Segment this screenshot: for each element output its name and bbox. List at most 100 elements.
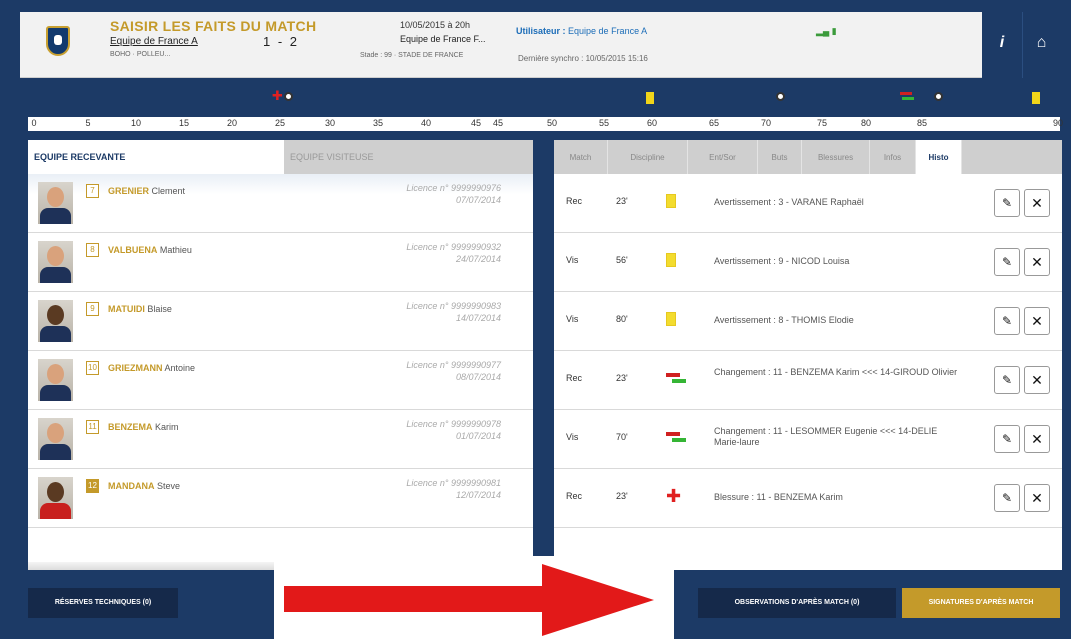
- delete-event-button[interactable]: ✕: [1024, 248, 1050, 276]
- player-shirt: [40, 326, 71, 342]
- goal-marker-icon: [776, 92, 785, 101]
- goal-marker-icon: [284, 92, 293, 101]
- timeline-tick-label: 5: [85, 118, 91, 128]
- match-date: 10/05/2015 à 20h: [400, 20, 471, 30]
- edit-event-button[interactable]: ✎: [994, 366, 1020, 394]
- player-row[interactable]: 10 GRIEZMANN Antoine Licence n° 9999990977…: [28, 351, 533, 410]
- event-row: Rec 23' ✚ Blessure : 11 - BENZEMA Karim ✎ ✕: [554, 469, 1062, 528]
- player-photo: [38, 241, 73, 283]
- player-name: BENZEMA Karim: [108, 422, 179, 432]
- event-team: Vis: [566, 432, 579, 442]
- home-button[interactable]: ⌂: [1022, 12, 1060, 78]
- player-shirt: [40, 267, 71, 283]
- tab-blessures[interactable]: Blessures: [802, 140, 870, 174]
- license-number: Licence n° 9999990983: [406, 301, 501, 311]
- event-row: Rec 23' Changement : 11 - BENZEMA Karim <<…: [554, 351, 1062, 410]
- license-number: Licence n° 9999990977: [406, 360, 501, 370]
- player-name: GRENIER Clement: [108, 186, 185, 196]
- timeline-tick-label: 15: [178, 118, 190, 128]
- player-first-name: Clement: [151, 186, 186, 196]
- player-license: Licence n° 9999990981 12/07/2014: [406, 477, 501, 501]
- player-face: [47, 187, 64, 207]
- edit-event-button[interactable]: ✎: [994, 189, 1020, 217]
- post-match-observations-button[interactable]: OBSERVATIONS D'APRÈS MATCH (0): [698, 588, 896, 618]
- event-description: Avertissement : 8 - THOMIS Elodie: [714, 315, 854, 325]
- tab-histo[interactable]: Histo: [916, 140, 962, 174]
- delete-event-button[interactable]: ✕: [1024, 425, 1050, 453]
- delete-event-button[interactable]: ✕: [1024, 307, 1050, 335]
- player-row[interactable]: 8 VALBUENA Mathieu Licence n° 9999990932 24…: [28, 233, 533, 292]
- event-tabs: Match Discipline Ent/Sor Buts Blessures Infos…: [554, 140, 1062, 174]
- edit-event-button[interactable]: ✎: [994, 307, 1020, 335]
- injury-cross-icon: ✚: [666, 486, 682, 506]
- substitution-marker-icon: [900, 92, 914, 100]
- yellow-card-marker-icon: [646, 92, 654, 104]
- license-number: Licence n° 9999990981: [406, 478, 501, 488]
- tab-buts[interactable]: Buts: [758, 140, 802, 174]
- edit-event-button[interactable]: ✎: [994, 248, 1020, 276]
- event-minute: 56': [616, 255, 628, 265]
- user-info: Utilisateur : Equipe de France A: [516, 26, 647, 36]
- player-shirt: [40, 208, 71, 224]
- timeline-tick-label: 10: [130, 118, 142, 128]
- injury-marker-icon: ✚: [272, 88, 283, 103]
- event-row: Rec 23' Avertissement : 3 - VARANE Raphaël…: [554, 174, 1062, 233]
- yellow-card-icon: [666, 194, 676, 208]
- event-team: Rec: [566, 373, 583, 383]
- player-license: Licence n° 9999990978 01/07/2014: [406, 418, 501, 442]
- technical-reserves-button[interactable]: RÉSERVES TECHNIQUES (0): [28, 588, 178, 618]
- timeline-tick-label: 45: [492, 118, 504, 128]
- match-timeline: ✚: [20, 86, 1060, 116]
- info-button[interactable]: i: [982, 12, 1022, 78]
- player-row[interactable]: 7 GRENIER Clement Licence n° 9999990976 07/…: [28, 174, 533, 233]
- delete-event-button[interactable]: ✕: [1024, 189, 1050, 217]
- delete-event-button[interactable]: ✕: [1024, 484, 1050, 512]
- player-first-name: Antoine: [164, 363, 196, 373]
- player-number: 9: [86, 302, 99, 316]
- tab-entsor[interactable]: Ent/Sor: [688, 140, 758, 174]
- delete-event-button[interactable]: ✕: [1024, 366, 1050, 394]
- player-license: Licence n° 9999990983 14/07/2014: [406, 300, 501, 324]
- player-license: Licence n° 9999990976 07/07/2014: [406, 182, 501, 206]
- score: 1 - 2: [263, 34, 300, 49]
- event-row: Vis 80' Avertissement : 8 - THOMIS Elodie ✎…: [554, 292, 1062, 351]
- match-header: SAISIR LES FAITS DU MATCH Equipe de Fran…: [20, 12, 1060, 78]
- history-panel: Match Discipline Ent/Sor Buts Blessures Infos…: [554, 140, 1062, 570]
- license-date: 24/07/2014: [455, 254, 501, 264]
- edit-event-button[interactable]: ✎: [994, 484, 1020, 512]
- edit-event-button[interactable]: ✎: [994, 425, 1020, 453]
- player-row[interactable]: 11 BENZEMA Karim Licence n° 9999990978 01/0…: [28, 410, 533, 469]
- license-date: 08/07/2014: [455, 372, 501, 382]
- timeline-tick-label: 85: [916, 118, 928, 128]
- event-minute: 70': [616, 432, 628, 442]
- event-team: Rec: [566, 196, 583, 206]
- player-face: [47, 482, 64, 502]
- arrow-head-icon: [542, 564, 654, 636]
- tab-infos[interactable]: Infos: [870, 140, 916, 174]
- players-line: BOHO · POLLEU...: [110, 51, 171, 58]
- tab-match[interactable]: Match: [554, 140, 608, 174]
- player-name: GRIEZMANN Antoine: [108, 363, 195, 373]
- event-team: Vis: [566, 314, 579, 324]
- tab-away-team[interactable]: EQUIPE VISITEUSE: [284, 140, 533, 174]
- timeline-tick-label: 70: [760, 118, 772, 128]
- tab-discipline[interactable]: Discipline: [608, 140, 688, 174]
- timeline-tick-label: 75: [816, 118, 828, 128]
- player-photo: [38, 418, 73, 460]
- page-title: SAISIR LES FAITS DU MATCH: [110, 18, 317, 34]
- substitution-icon: [666, 371, 686, 385]
- signal-battery-icon: ▂▄ ▮: [816, 26, 837, 36]
- timeline-tick-label: 80: [860, 118, 872, 128]
- yellow-card-icon: [666, 312, 676, 326]
- home-team-link[interactable]: Equipe de France A: [110, 36, 198, 47]
- goal-marker-icon: [934, 92, 943, 101]
- tab-home-team[interactable]: EQUIPE RECEVANTE: [28, 140, 284, 174]
- player-name: MATUIDI Blaise: [108, 304, 172, 314]
- timeline-tick-label: 40: [420, 118, 432, 128]
- post-match-signatures-button[interactable]: SIGNATURES D'APRÈS MATCH: [902, 588, 1060, 618]
- player-row[interactable]: 9 MATUIDI Blaise Licence n° 9999990983 14/0…: [28, 292, 533, 351]
- player-last-name: MATUIDI: [108, 304, 145, 314]
- player-shirt: [40, 503, 71, 519]
- timeline-ticks: 0 5 10 15 20 25 30 35 40 45 45 50 55 60 65 70 75 80 85 90: [28, 117, 1063, 131]
- player-row[interactable]: 12 MANDANA Steve Licence n° 9999990981 12/0…: [28, 469, 533, 528]
